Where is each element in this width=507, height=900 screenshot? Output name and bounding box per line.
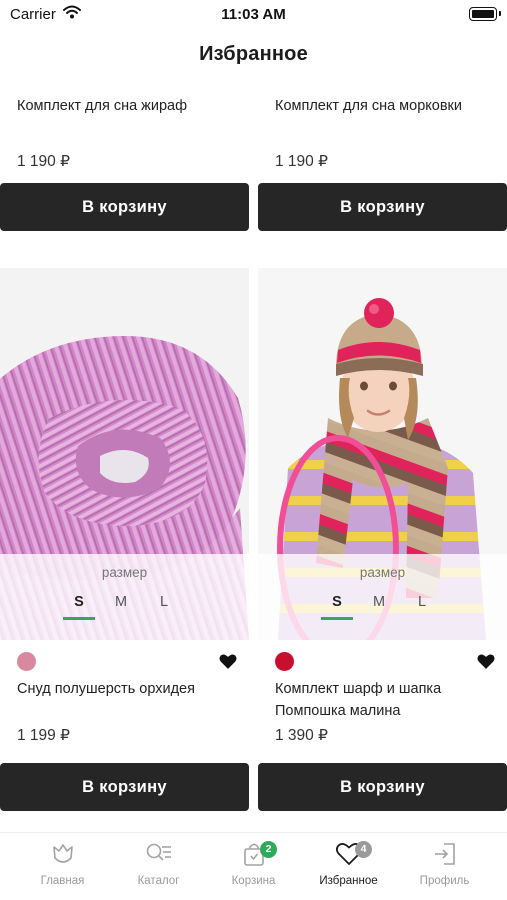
tab-label: Профиль — [419, 875, 470, 887]
tab-profile[interactable]: Профиль — [394, 841, 495, 887]
product-name[interactable]: Комплект для сна жираф — [0, 95, 249, 145]
product-card: Комплект для сна жираф 1 190 ₽ В корзину — [0, 95, 249, 231]
tab-label: Избранное — [319, 875, 378, 887]
size-selector: размер S M L — [258, 554, 507, 640]
cart-count-badge: 2 — [260, 841, 277, 858]
size-option-s[interactable]: S — [63, 594, 95, 620]
size-label: размер — [101, 565, 148, 580]
tulip-icon — [52, 844, 73, 863]
color-swatch[interactable] — [275, 652, 294, 671]
catalog-search-icon — [146, 843, 171, 861]
add-to-cart-button[interactable]: В корзину — [0, 183, 249, 231]
tab-label: Корзина — [231, 875, 276, 887]
product-image-snood[interactable]: размер S M L — [0, 268, 249, 640]
size-label: размер — [359, 565, 406, 580]
battery-icon — [469, 7, 501, 21]
favorite-heart-icon[interactable] — [219, 653, 237, 674]
clock: 11:03 AM — [221, 6, 286, 23]
product-price: 1 190 ₽ — [275, 153, 328, 170]
favorites-count-badge: 4 — [355, 841, 372, 858]
product-card: Комплект для сна морковки 1 190 ₽ В корз… — [258, 95, 507, 231]
add-to-cart-button[interactable]: В корзину — [258, 183, 507, 231]
login-icon — [434, 843, 455, 865]
product-name[interactable]: Комплект для сна морковки — [258, 95, 507, 145]
product-price: 1 199 ₽ — [17, 727, 70, 744]
size-option-l[interactable]: L — [148, 594, 180, 620]
add-to-cart-button[interactable]: В корзину — [0, 763, 249, 811]
size-selector: размер S M L — [0, 554, 249, 640]
tab-label: Главная — [40, 875, 85, 887]
page-title: Избранное — [199, 43, 308, 65]
tab-favorites[interactable]: 4 Избранное — [298, 841, 399, 887]
color-swatch[interactable] — [17, 652, 36, 671]
product-image-hat-scarf[interactable]: размер S M L — [258, 268, 507, 640]
product-price: 1 190 ₽ — [17, 153, 70, 170]
status-bar: Carrier 11:03 AM — [0, 0, 507, 30]
tab-bar: Главная Каталог 2 Корзина 4 Избранное Пр… — [0, 832, 507, 900]
tab-home[interactable]: Главная — [12, 841, 113, 887]
size-option-l[interactable]: L — [406, 594, 438, 620]
size-option-s[interactable]: S — [321, 594, 353, 620]
size-option-m[interactable]: M — [363, 594, 395, 620]
product-name[interactable]: Комплект шарф и шапка Помпошка малина — [258, 678, 507, 728]
add-to-cart-button[interactable]: В корзину — [258, 763, 507, 811]
tab-label: Каталог — [137, 875, 180, 887]
product-name[interactable]: Снуд полушерсть орхидея — [0, 678, 249, 728]
favorite-heart-icon[interactable] — [477, 653, 495, 674]
tab-catalog[interactable]: Каталог — [108, 841, 209, 887]
product-price: 1 390 ₽ — [275, 727, 328, 744]
size-option-m[interactable]: M — [105, 594, 137, 620]
tab-cart[interactable]: 2 Корзина — [203, 841, 304, 887]
